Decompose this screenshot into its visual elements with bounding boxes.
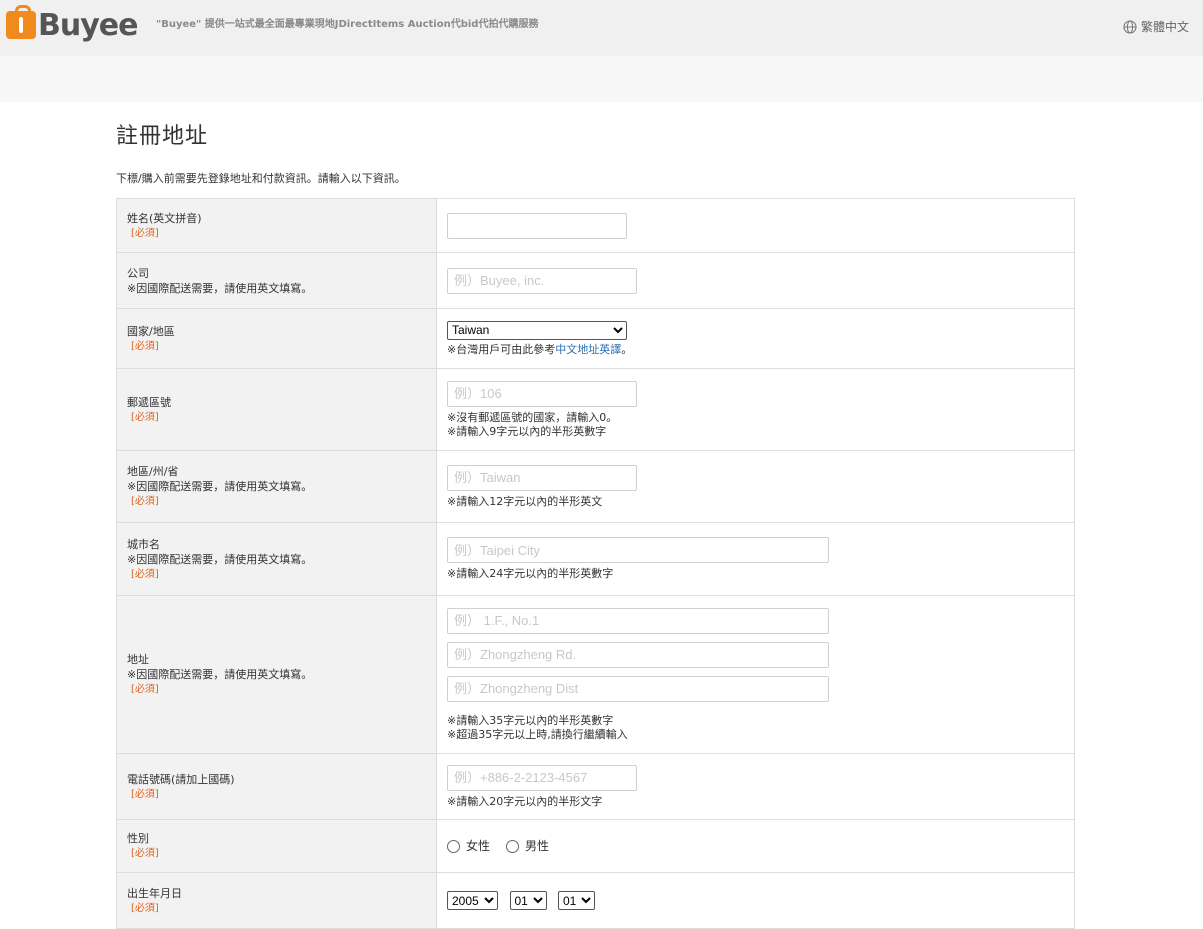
birthday-label: 出生年月日 — [127, 886, 182, 900]
address-hint-1: ※請輸入35字元以內的半形英數字 — [447, 713, 614, 727]
address-line-3-input[interactable] — [447, 675, 829, 702]
birth-day-select[interactable]: 01 — [558, 891, 595, 910]
header-slogan: "Buyee" 提供一站式最全面最專業現地JDirectItems Auctio… — [156, 19, 539, 30]
name-label: 姓名(英文拼音) — [127, 211, 202, 225]
address-hint-2: ※超過35字元以上時,請換行繼續輸入 — [447, 727, 628, 741]
form-row-phone: 電話號碼(請加上國碼) [必須] ※請輸入20字元以內的半形文字 — [116, 753, 1075, 820]
language-selector[interactable]: 繁體中文 — [1123, 18, 1189, 35]
english-note: ※因國際配送需要，請使用英文填寫。 — [127, 668, 313, 681]
form-row-company: 公司 ※因國際配送需要，請使用英文填寫。 — [116, 252, 1075, 309]
required-badge: [必須] — [131, 684, 159, 695]
region-hint: ※請輸入12字元以內的半形英文 — [447, 494, 603, 508]
form-row-gender: 性別 [必須] 女性 男性 — [116, 819, 1075, 873]
address-line-1-input[interactable] — [447, 607, 829, 634]
gender-female-label[interactable]: 女性 — [466, 839, 490, 853]
form-row-address: 地址 ※因國際配送需要，請使用英文填寫。 [必須] ※請輸入35字元以內的半形英… — [116, 595, 1075, 754]
phone-hint: ※請輸入20字元以內的半形文字 — [447, 794, 603, 808]
logo-text: Buyee — [38, 7, 138, 43]
form-row-region: 地區/州/省 ※因國際配送需要，請使用英文填寫。 [必須] ※請輸入12字元以內… — [116, 450, 1075, 523]
country-label: 國家/地區 — [127, 324, 175, 338]
country-hint: ※台灣用戶可由此參考中文地址英譯。 — [447, 343, 1064, 357]
birth-year-select[interactable]: 2005 — [447, 891, 498, 910]
page-title: 註冊地址 — [116, 124, 209, 149]
city-hint: ※請輸入24字元以內的半形英數字 — [447, 567, 614, 580]
buyee-logo[interactable]: Buyee — [6, 5, 138, 43]
site-header: Buyee "Buyee" 提供一站式最全面最專業現地JDirectItems … — [0, 0, 1203, 56]
gender-male-radio[interactable] — [506, 839, 520, 853]
address-label: 地址 — [127, 653, 149, 666]
required-badge: [必須] — [131, 227, 159, 239]
required-badge: [必須] — [131, 496, 159, 507]
english-note: ※因國際配送需要，請使用英文填寫。 — [127, 281, 313, 295]
postal-hint-2: ※請輸入9字元以內的半形英數字 — [447, 424, 607, 438]
phone-label: 電話號碼(請加上國碼) — [127, 772, 235, 786]
postal-label: 郵遞區號 — [127, 395, 171, 409]
intro-text: 下標/購入前需要先登錄地址和付款資訊。請輸入以下資訊。 — [116, 172, 406, 185]
main-content: 註冊地址 下標/購入前需要先登錄地址和付款資訊。請輸入以下資訊。 姓名(英文拼音… — [116, 102, 1075, 929]
sub-navigation-bar — [0, 56, 1203, 102]
gender-female-radio[interactable] — [447, 839, 460, 853]
gender-male-label[interactable]: 男性 — [525, 839, 549, 853]
birth-month-select[interactable]: 01 — [509, 891, 547, 910]
form-row-birthday: 出生年月日 [必須] 2005 01 01 — [116, 872, 1075, 929]
company-input[interactable] — [447, 267, 637, 294]
english-note: ※因國際配送需要，請使用英文填寫。 — [127, 480, 313, 493]
postal-input[interactable] — [447, 380, 637, 407]
country-select[interactable]: Taiwan — [447, 320, 627, 340]
required-badge: [必須] — [131, 902, 159, 914]
company-label: 公司 — [127, 266, 149, 280]
required-badge: [必須] — [131, 411, 159, 423]
field-label: 姓名(英文拼音) [必須] — [116, 198, 437, 253]
form-row-name: 姓名(英文拼音) [必須] — [116, 198, 1075, 253]
shopping-bag-icon — [6, 5, 36, 39]
required-badge: [必須] — [131, 788, 159, 800]
name-input[interactable] — [447, 212, 627, 239]
language-label: 繁體中文 — [1140, 20, 1189, 34]
form-row-country: 國家/地區 [必須] Taiwan ※台灣用戶可由此參考中文地址英譯。 — [116, 308, 1075, 369]
address-line-2-input[interactable] — [447, 641, 829, 668]
region-label: 地區/州/省 — [127, 465, 179, 478]
gender-label: 性別 — [127, 832, 149, 845]
phone-input[interactable] — [447, 764, 637, 791]
address-form: 姓名(英文拼音) [必須] 公司 ※因國際配送需要，請使用英文填寫。 國家/地區… — [116, 198, 1075, 929]
postal-hint-1: ※沒有郵遞區號的國家，請輸入0。 — [447, 410, 618, 424]
country-hint-end: 。 — [621, 342, 633, 356]
gender-radio-group: 女性 男性 — [447, 839, 1064, 853]
country-hint-text: ※台灣用戶可由此參考 — [447, 342, 556, 356]
english-note: ※因國際配送需要，請使用英文填寫。 — [127, 552, 313, 566]
form-row-postal: 郵遞區號 [必須] ※沒有郵遞區號的國家，請輸入0。 ※請輸入9字元以內的半形英… — [116, 368, 1075, 451]
region-input[interactable] — [447, 464, 637, 491]
city-label: 城市名 — [127, 537, 160, 551]
chinese-address-translation-link[interactable]: 中文地址英譯 — [555, 343, 621, 356]
required-badge: [必須] — [131, 568, 159, 580]
required-badge: [必須] — [131, 848, 159, 859]
city-input[interactable] — [447, 537, 829, 563]
required-badge: [必須] — [131, 340, 159, 352]
globe-icon — [1123, 19, 1137, 34]
form-row-city: 城市名 ※因國際配送需要，請使用英文填寫。 [必須] ※請輸入24字元以內的半形… — [116, 522, 1075, 596]
